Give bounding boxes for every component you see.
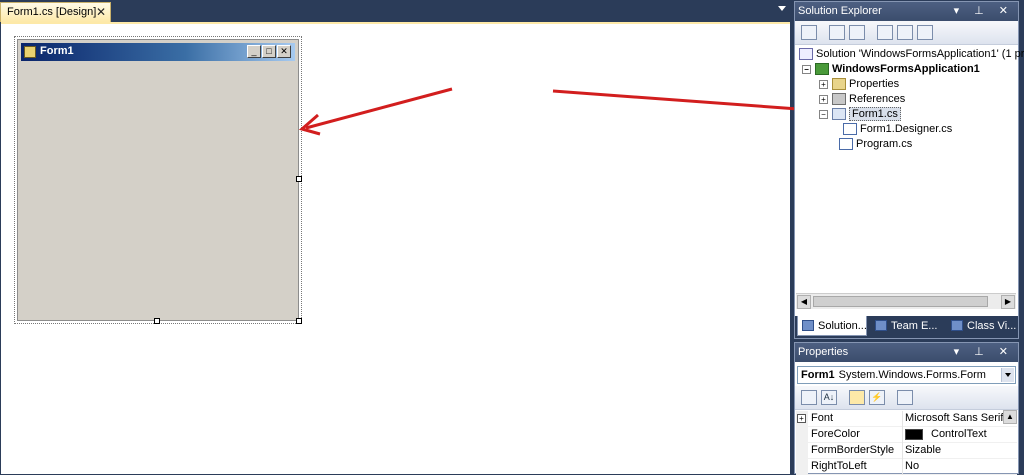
tree-item-references[interactable]: + References xyxy=(819,93,905,108)
designer-form[interactable]: Form1 _ □ ✕ xyxy=(17,39,299,321)
tab-class-view[interactable]: Class Vi... xyxy=(947,316,1017,336)
show-all-files-icon[interactable] xyxy=(829,25,845,40)
tab-label: Form1.cs [Design] xyxy=(7,6,97,18)
resize-handle-bottom[interactable] xyxy=(154,318,160,324)
tab-list-dropdown-icon[interactable] xyxy=(778,6,786,11)
form-close-button[interactable]: ✕ xyxy=(277,45,291,58)
expand-icon[interactable]: + xyxy=(797,414,806,423)
collapse-icon[interactable]: − xyxy=(802,64,811,74)
solution-explorer-pane: Solution Explorer ▾ ⊥ ✕ Solution 'Window… xyxy=(794,1,1024,339)
alphabetical-icon[interactable]: A↓ xyxy=(821,390,837,405)
property-row-formborderstyle[interactable]: FormBorderStyle Sizable xyxy=(796,443,1017,459)
references-icon xyxy=(832,93,846,106)
pane-header-buttons[interactable]: ▾ ⊥ ✕ xyxy=(954,345,1014,358)
resize-handle-corner[interactable] xyxy=(296,318,302,324)
properties-header: Properties ▾ ⊥ ✕ xyxy=(795,343,1018,362)
scroll-up-icon[interactable]: ▲ xyxy=(1003,410,1017,424)
horizontal-scrollbar[interactable]: ◀ ▶ xyxy=(796,293,1016,309)
cs-file-icon xyxy=(843,123,857,136)
document-tab-strip: Form1.cs [Design] ✕ xyxy=(0,0,792,22)
scroll-right-icon[interactable]: ▶ xyxy=(1001,295,1015,309)
tree-item-properties[interactable]: + Properties xyxy=(819,78,899,93)
properties-icon[interactable] xyxy=(801,25,817,40)
scroll-left-icon[interactable]: ◀ xyxy=(797,295,811,309)
color-swatch xyxy=(905,428,923,440)
form-icon xyxy=(24,46,36,58)
categorized-icon[interactable] xyxy=(801,390,817,405)
chevron-down-icon[interactable] xyxy=(1001,368,1014,382)
team-explorer-icon xyxy=(875,320,887,331)
tree-item-program-cs[interactable]: Program.cs xyxy=(839,138,912,153)
tree-item-form1-cs[interactable]: − Form1.cs xyxy=(819,107,901,123)
resize-handle-right[interactable] xyxy=(296,176,302,182)
form-titlebar: Form1 _ □ ✕ xyxy=(21,43,295,61)
properties-toolbar: A↓ ⚡ xyxy=(795,386,1018,410)
expand-icon[interactable]: + xyxy=(819,94,828,104)
class-diagram-icon[interactable] xyxy=(917,25,933,40)
cs-file-icon xyxy=(839,138,853,151)
collapse-icon[interactable]: − xyxy=(819,109,828,119)
refresh-icon[interactable] xyxy=(849,25,865,40)
form-title: Form1 xyxy=(40,45,74,57)
form-file-icon xyxy=(832,108,846,121)
property-row-forecolor[interactable]: ForeColor ControlText xyxy=(796,427,1017,443)
solution-explorer-icon xyxy=(802,320,814,331)
solution-icon xyxy=(799,48,813,61)
solution-explorer-header: Solution Explorer ▾ ⊥ ✕ xyxy=(795,2,1018,21)
expand-icon[interactable]: + xyxy=(819,79,828,89)
class-view-icon xyxy=(951,320,963,331)
events-icon[interactable]: ⚡ xyxy=(869,390,885,405)
properties-view-icon[interactable] xyxy=(849,390,865,405)
tree-item-project[interactable]: − WindowsFormsApplication1 xyxy=(802,63,980,78)
solution-explorer-toolbar xyxy=(795,21,1018,45)
property-row-righttoleft[interactable]: RightToLeft No xyxy=(796,459,1017,475)
minimize-button[interactable]: _ xyxy=(247,45,261,58)
property-pages-icon[interactable] xyxy=(897,390,913,405)
view-code-icon[interactable] xyxy=(877,25,893,40)
solution-explorer-title: Solution Explorer xyxy=(798,5,882,17)
object-selector[interactable]: Form1 System.Windows.Forms.Form xyxy=(797,366,1016,384)
tree-item-solution[interactable]: Solution 'WindowsFormsApplication1' (1 p… xyxy=(799,48,1024,63)
explorer-tab-strip: Solution... Team E... Class Vi... xyxy=(795,316,1018,338)
csharp-project-icon xyxy=(815,63,829,76)
properties-title: Properties xyxy=(798,346,849,358)
folder-icon xyxy=(832,78,846,91)
pane-header-buttons[interactable]: ▾ ⊥ ✕ xyxy=(954,4,1014,17)
tab-team-explorer[interactable]: Team E... xyxy=(871,316,943,336)
tab-solution-explorer[interactable]: Solution... xyxy=(797,316,867,336)
property-row-font[interactable]: + Font Microsoft Sans Serif; xyxy=(796,411,1017,427)
tab-form1-design[interactable]: Form1.cs [Design] ✕ xyxy=(0,2,111,22)
maximize-button[interactable]: □ xyxy=(262,45,276,58)
tree-item-form1-designer-cs[interactable]: Form1.Designer.cs xyxy=(843,123,952,138)
scroll-thumb[interactable] xyxy=(813,296,988,307)
view-designer-icon[interactable] xyxy=(897,25,913,40)
close-icon[interactable]: ✕ xyxy=(96,5,106,19)
properties-pane: Properties ▾ ⊥ ✕ Form1 System.Windows.For… xyxy=(794,342,1019,475)
